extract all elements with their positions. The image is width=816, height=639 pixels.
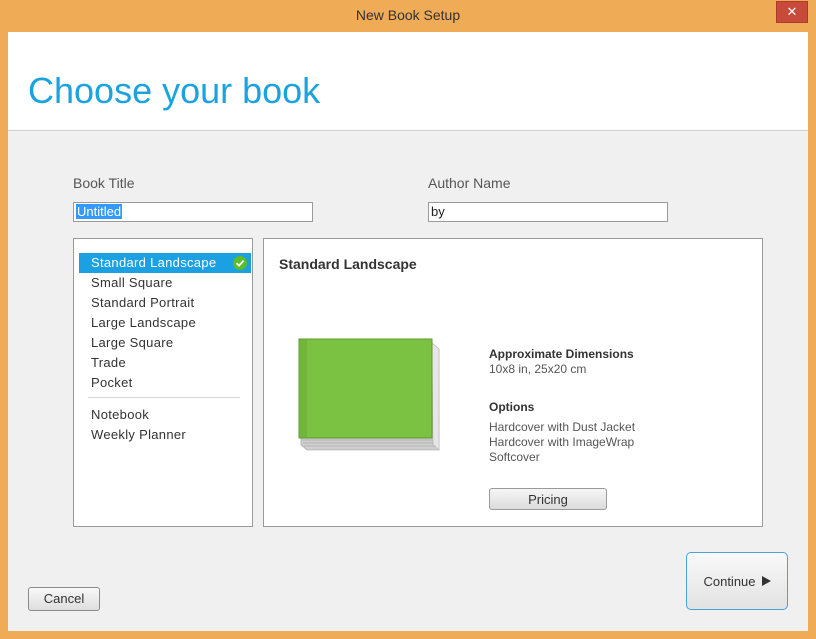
pricing-button[interactable]: Pricing: [489, 488, 607, 510]
list-item-small-square[interactable]: Small Square: [79, 273, 251, 293]
window-title: New Book Setup: [355, 7, 461, 23]
book-preview-image: [298, 338, 440, 451]
play-arrow-icon: [761, 576, 771, 586]
options-label: Options: [489, 400, 535, 414]
checkmark-icon: [233, 256, 247, 270]
option-item: Softcover: [489, 450, 540, 464]
dimensions-label: Approximate Dimensions: [489, 347, 634, 361]
header: Choose your book: [8, 32, 808, 131]
list-item-pocket[interactable]: Pocket: [79, 373, 251, 393]
continue-button[interactable]: Continue: [686, 552, 788, 610]
list-item-weekly-planner[interactable]: Weekly Planner: [79, 425, 251, 445]
list-item-standard-landscape[interactable]: Standard Landscape: [79, 253, 251, 273]
author-name-label: Author Name: [428, 175, 511, 191]
list-item-notebook[interactable]: Notebook: [79, 405, 251, 425]
list-item-large-square[interactable]: Large Square: [79, 333, 251, 353]
book-detail-panel: Standard Landscape Approximate Dimension…: [263, 238, 763, 527]
title-bar: New Book Setup ✕: [0, 0, 816, 32]
option-item: Hardcover with ImageWrap: [489, 435, 635, 449]
option-item: Hardcover with Dust Jacket: [489, 420, 636, 434]
book-title-input[interactable]: Untitled: [73, 202, 313, 222]
list-item-label: Standard Landscape: [91, 255, 217, 270]
close-button[interactable]: ✕: [776, 1, 808, 23]
book-type-list: Standard Landscape Small Square Standard…: [73, 238, 253, 527]
cancel-button[interactable]: Cancel: [28, 587, 100, 611]
continue-label: Continue: [703, 573, 756, 589]
dialog-body: Choose your book Book Title Untitled Aut…: [8, 32, 808, 631]
detail-title: Standard Landscape: [279, 256, 417, 272]
list-item-trade[interactable]: Trade: [79, 353, 251, 373]
page-title: Choose your book: [28, 70, 321, 111]
list-item-standard-portrait[interactable]: Standard Portrait: [79, 293, 251, 313]
dimensions-value: 10x8 in, 25x20 cm: [489, 362, 587, 376]
author-name-value: by: [431, 204, 445, 219]
list-divider: [88, 397, 240, 398]
author-name-input[interactable]: by: [428, 202, 668, 222]
book-title-label: Book Title: [73, 175, 135, 191]
book-title-value: Untitled: [76, 204, 123, 219]
list-item-large-landscape[interactable]: Large Landscape: [79, 313, 251, 333]
